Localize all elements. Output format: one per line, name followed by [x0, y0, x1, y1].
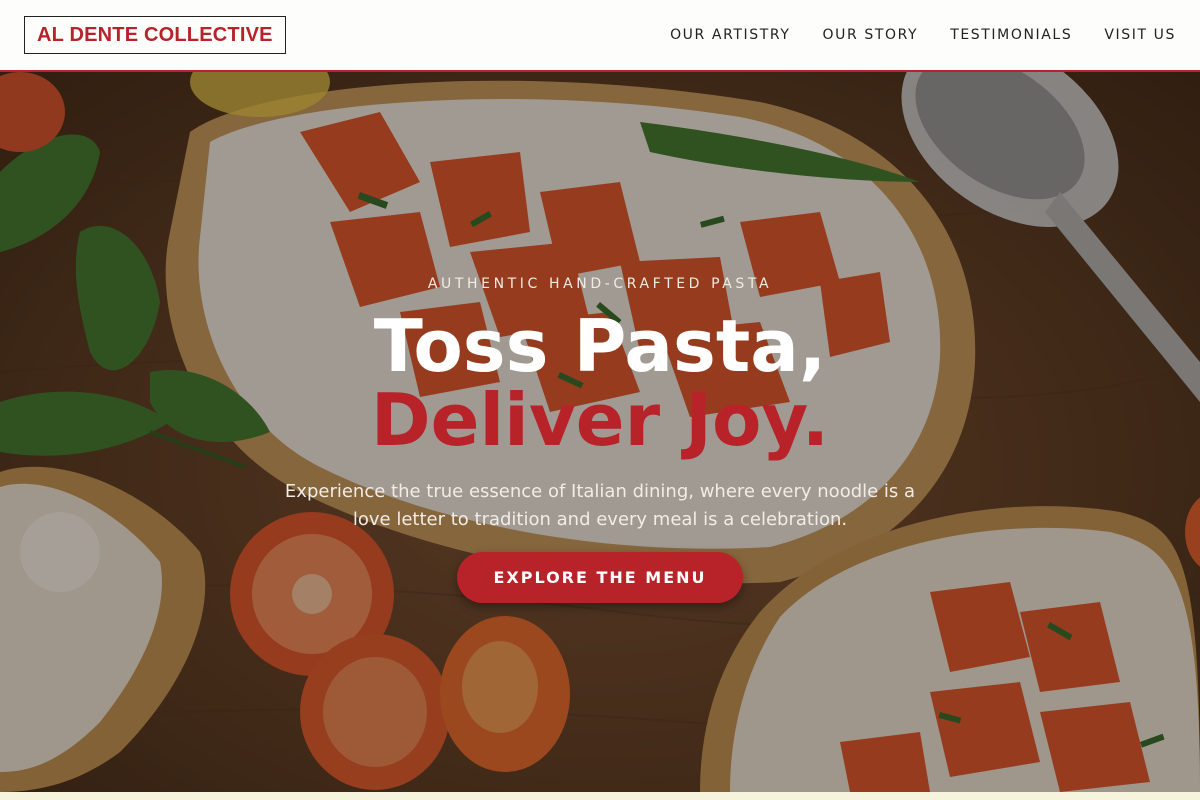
site-header: AL DENTE COLLECTIVE OUR ARTISTRY OUR STO…	[0, 0, 1200, 72]
hero-subtitle: Experience the true essence of Italian d…	[284, 481, 916, 530]
hero-section: AUTHENTIC HAND-CRAFTED PASTA Toss Pasta,…	[0, 72, 1200, 792]
nav-link-our-artistry[interactable]: OUR ARTISTRY	[670, 27, 790, 43]
nav-link-our-story[interactable]: OUR STORY	[823, 27, 919, 43]
explore-menu-button[interactable]: EXPLORE THE MENU	[457, 552, 743, 603]
hero-title-line1: Toss Pasta,	[373, 304, 827, 388]
next-section-edge	[0, 792, 1200, 800]
nav-link-testimonials[interactable]: TESTIMONIALS	[950, 27, 1072, 43]
main-nav: OUR ARTISTRY OUR STORY TESTIMONIALS VISI…	[670, 27, 1176, 43]
nav-link-visit-us[interactable]: VISIT US	[1104, 27, 1176, 43]
hero-content: AUTHENTIC HAND-CRAFTED PASTA Toss Pasta,…	[0, 72, 1200, 792]
hero-title-line2: Deliver Joy.	[370, 378, 830, 462]
hero-kicker: AUTHENTIC HAND-CRAFTED PASTA	[427, 276, 773, 292]
brand-logo[interactable]: AL DENTE COLLECTIVE	[24, 16, 286, 54]
